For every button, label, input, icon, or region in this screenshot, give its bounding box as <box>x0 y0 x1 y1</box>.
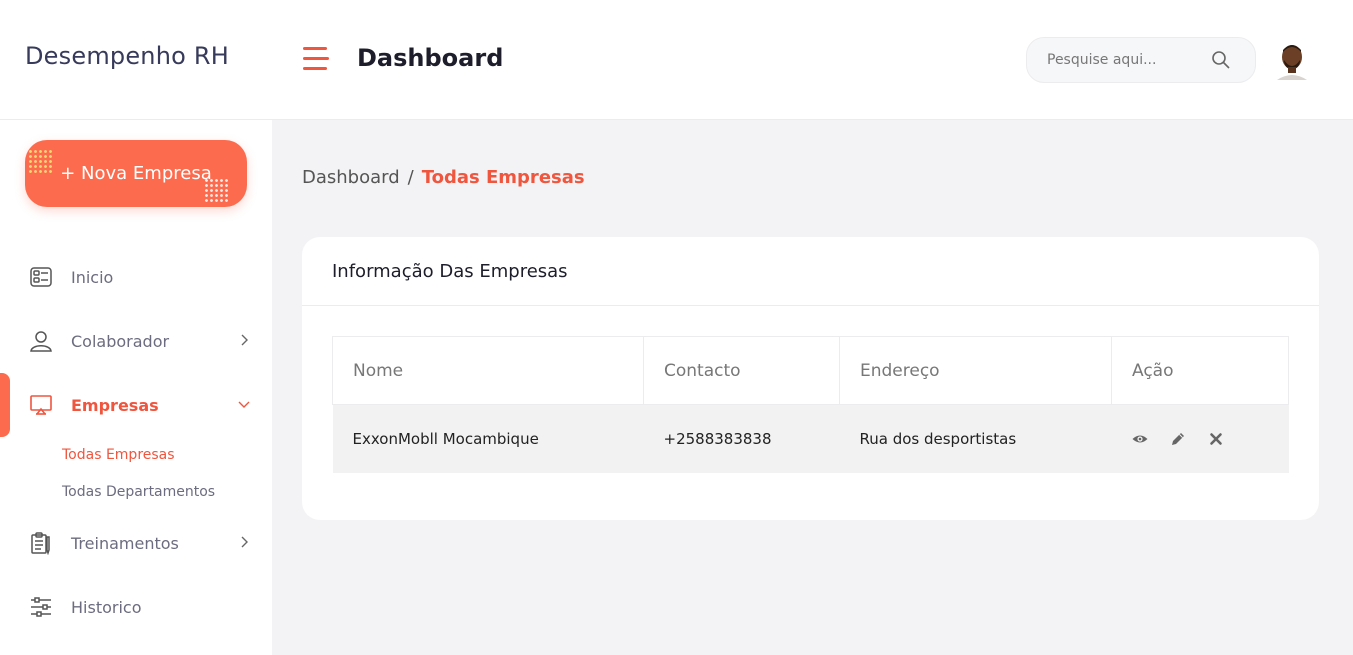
clipboard-icon <box>29 531 53 555</box>
column-header-contacto: Contacto <box>643 336 840 405</box>
sidebar-item-label: Historico <box>71 597 142 617</box>
breadcrumb: Dashboard / Todas Empresas <box>302 167 585 188</box>
breadcrumb-root[interactable]: Dashboard <box>302 167 400 188</box>
user-icon <box>29 329 53 353</box>
sidebar-item-label: Empresas <box>71 395 159 415</box>
sidebar-item-colaborador[interactable]: Colaborador <box>0 309 272 373</box>
breadcrumb-current: Todas Empresas <box>421 167 585 188</box>
cell-endereco: Rua dos desportistas <box>839 404 1112 473</box>
cell-actions <box>1111 404 1289 473</box>
sidebar-item-label: Colaborador <box>71 331 170 351</box>
top-header: Dashboard <box>272 0 1353 120</box>
search-input[interactable] <box>1047 52 1207 68</box>
search-icon[interactable] <box>1211 50 1231 70</box>
app-brand: Desempenho RH <box>0 0 272 120</box>
sidebar-nav: Inicio Colaborador Empresas Todas Empres… <box>0 245 272 639</box>
sidebar-item-empresas[interactable]: Empresas <box>0 373 272 437</box>
dashboard-icon <box>29 265 53 289</box>
menu-icon[interactable] <box>303 47 329 71</box>
decor-dots <box>204 178 230 204</box>
delete-icon[interactable] <box>1208 431 1224 447</box>
decor-dots <box>28 149 54 175</box>
table-row: ExxonMobll Mocambique +2588383838 Rua do… <box>332 404 1289 473</box>
column-header-acao: Ação <box>1111 336 1289 405</box>
sidebar-item-historico[interactable]: Historico <box>0 575 272 639</box>
edit-icon[interactable] <box>1170 431 1186 447</box>
sliders-icon <box>29 595 53 619</box>
sidebar-item-inicio[interactable]: Inicio <box>0 245 272 309</box>
empresas-submenu: Todas Empresas Todas Departamentos <box>0 437 272 511</box>
submenu-item-todas-empresas[interactable]: Todas Empresas <box>62 437 272 474</box>
breadcrumb-separator: / <box>407 167 414 188</box>
chevron-down-icon <box>236 396 252 412</box>
column-header-nome: Nome <box>332 336 644 405</box>
new-company-button[interactable]: + Nova Empresa <box>25 140 247 207</box>
column-header-endereco: Endereço <box>839 336 1112 405</box>
sidebar-item-label: Treinamentos <box>71 533 179 553</box>
page-title: Dashboard <box>357 44 504 72</box>
sidebar: Desempenho RH + Nova Empresa Inicio Cola… <box>0 0 272 655</box>
new-company-label: + Nova Empresa <box>60 163 212 184</box>
view-icon[interactable] <box>1132 431 1148 447</box>
cell-nome: ExxonMobll Mocambique <box>332 404 644 473</box>
sidebar-item-treinamentos[interactable]: Treinamentos <box>0 511 272 575</box>
companies-card: Informação Das Empresas Nome Contacto En… <box>302 237 1319 520</box>
monitor-icon <box>29 393 53 417</box>
search-box <box>1026 37 1256 83</box>
chevron-right-icon <box>236 534 252 550</box>
sidebar-item-label: Inicio <box>71 267 114 287</box>
card-title: Informação Das Empresas <box>302 237 1319 306</box>
cell-contacto: +2588383838 <box>643 404 840 473</box>
avatar[interactable] <box>1275 42 1309 80</box>
submenu-item-todas-departamentos[interactable]: Todas Departamentos <box>62 474 272 511</box>
table-header-row: Nome Contacto Endereço Ação <box>332 336 1289 405</box>
chevron-right-icon <box>236 332 252 348</box>
companies-table: Nome Contacto Endereço Ação ExxonMobll M… <box>332 336 1289 473</box>
